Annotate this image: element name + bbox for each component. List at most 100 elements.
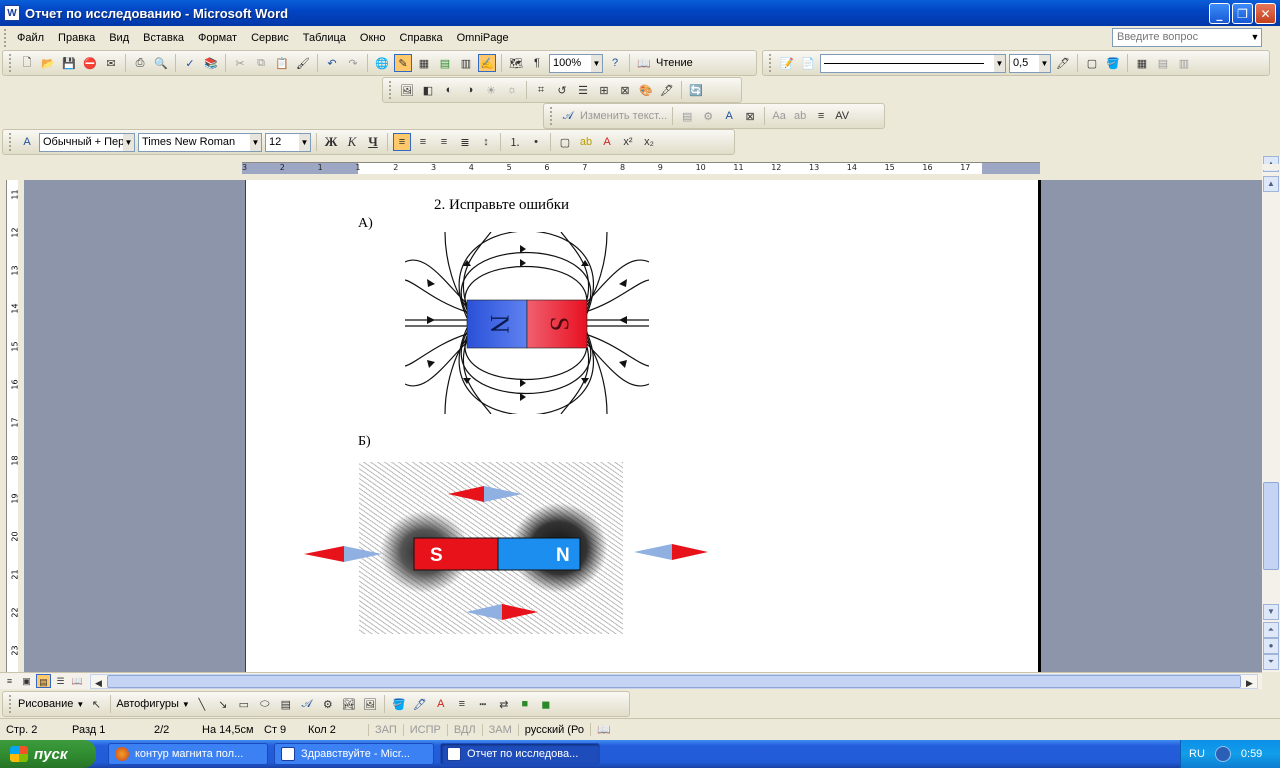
font-color-icon[interactable]: A: [598, 133, 616, 151]
help-icon[interactable]: ?: [606, 54, 624, 72]
minimize-button[interactable]: _: [1209, 3, 1230, 24]
scroll-up-arrow[interactable]: ▲: [1263, 176, 1279, 192]
wordart-gallery-icon[interactable]: ▤: [678, 107, 696, 125]
less-contrast-icon[interactable]: ◑: [461, 81, 479, 99]
insert-table-icon[interactable]: ▦: [415, 54, 433, 72]
outside-border-icon[interactable]: ▢: [556, 133, 574, 151]
wordart-wrap-icon[interactable]: ⊠: [741, 107, 759, 125]
cut-icon[interactable]: ✂: [231, 54, 249, 72]
superscript-icon[interactable]: x²: [619, 133, 637, 151]
bold-button[interactable]: Ж: [322, 133, 340, 151]
research-icon[interactable]: 📚: [202, 54, 220, 72]
browse-object-button[interactable]: ●: [1263, 638, 1279, 654]
reset-picture-icon[interactable]: 🔄: [687, 81, 705, 99]
horizontal-scrollbar[interactable]: ≡ ▣ ▤ ☰ 📖 ◀ ▶: [0, 672, 1262, 689]
toolbar-grip[interactable]: [769, 54, 772, 72]
show-formatting-icon[interactable]: ¶: [528, 54, 546, 72]
permission-icon[interactable]: ⛔: [81, 54, 99, 72]
copy-icon[interactable]: ⧉: [252, 54, 270, 72]
select-objects-icon[interactable]: ↖: [87, 695, 105, 713]
font-select[interactable]: Times New Roman ▼: [138, 132, 262, 152]
menu-file[interactable]: Файл: [10, 32, 51, 44]
spelling-status-icon[interactable]: 📖: [589, 723, 617, 736]
document-area[interactable]: 2. Исправьте ошибки А) N S Б) S N: [24, 180, 1262, 672]
spelling-icon[interactable]: ✓: [181, 54, 199, 72]
justify-icon[interactable]: ≣: [456, 133, 474, 151]
document-map-icon[interactable]: 🗺: [507, 54, 525, 72]
crop-icon[interactable]: ⌗: [532, 81, 550, 99]
horizontal-scroll-thumb[interactable]: [107, 675, 1241, 688]
toolbar-grip[interactable]: [9, 133, 12, 151]
insert-picture-icon[interactable]: 🖼: [398, 81, 416, 99]
outline-view-icon[interactable]: ☰: [53, 674, 68, 688]
set-transparent-icon[interactable]: 🖋: [658, 81, 676, 99]
menu-table[interactable]: Таблица: [296, 32, 353, 44]
clock[interactable]: 0:59: [1241, 748, 1262, 760]
3d-style-icon[interactable]: ◼: [537, 695, 555, 713]
tray-app-icon[interactable]: [1214, 746, 1231, 762]
diagram-icon[interactable]: ⚙: [319, 695, 337, 713]
shadow-style-icon[interactable]: ■: [516, 695, 534, 713]
normal-view-icon[interactable]: ≡: [2, 674, 17, 688]
edit-shape-icon[interactable]: 📄: [799, 54, 817, 72]
rectangle-tool-icon[interactable]: ▭: [235, 695, 253, 713]
toolbar-grip[interactable]: [550, 107, 553, 125]
edit-icon[interactable]: 📝: [778, 54, 796, 72]
italic-button[interactable]: К: [343, 133, 361, 151]
compress-icon[interactable]: ⊞: [595, 81, 613, 99]
oval-tool-icon[interactable]: ⬭: [256, 695, 274, 713]
status-extend[interactable]: ВДЛ: [446, 723, 482, 736]
email-icon[interactable]: ✉: [102, 54, 120, 72]
print-icon[interactable]: ⎙: [131, 54, 149, 72]
taskbar-item-firefox[interactable]: контур магнита пол...: [108, 743, 268, 765]
numbering-icon[interactable]: ⒈: [506, 133, 524, 151]
highlight-icon[interactable]: ab: [577, 133, 595, 151]
status-language[interactable]: русский (Ро: [517, 723, 590, 736]
table-icon[interactable]: ▦: [1133, 54, 1151, 72]
menu-tools[interactable]: Сервис: [244, 32, 296, 44]
zoom-select[interactable]: 100% ▼: [549, 53, 603, 73]
textbox-tool-icon[interactable]: ▤: [277, 695, 295, 713]
less-brightness-icon[interactable]: ☼: [503, 81, 521, 99]
menu-format[interactable]: Формат: [191, 32, 244, 44]
menu-omnipage[interactable]: OmniPage: [450, 32, 516, 44]
wordart-icon[interactable]: 𝒜: [559, 107, 577, 125]
previous-page-button[interactable]: ⏶: [1263, 622, 1279, 638]
scroll-right-button[interactable]: ▶: [1242, 676, 1257, 690]
restore-button[interactable]: ❐: [1232, 3, 1253, 24]
print-layout-view-icon[interactable]: ▤: [36, 674, 51, 688]
line-spacing-icon[interactable]: ↕: [477, 133, 495, 151]
menu-insert[interactable]: Вставка: [136, 32, 191, 44]
columns-icon[interactable]: ▥: [457, 54, 475, 72]
scroll-left-button[interactable]: ◀: [91, 676, 106, 690]
help-search-dropdown-icon[interactable]: ▼: [1249, 29, 1261, 46]
format-painter-icon[interactable]: 🖌: [294, 54, 312, 72]
same-height-icon[interactable]: Aa: [770, 107, 788, 125]
autoshapes-menu[interactable]: Автофигуры: [116, 698, 179, 710]
edit-text-button[interactable]: Изменить текст...: [580, 110, 667, 122]
menu-edit[interactable]: Правка: [51, 32, 102, 44]
font-size-select[interactable]: 12 ▼: [265, 132, 311, 152]
color-icon[interactable]: ◧: [419, 81, 437, 99]
merge-cells-icon[interactable]: ▤: [1154, 54, 1172, 72]
new-document-icon[interactable]: 🗋: [18, 54, 36, 72]
more-contrast-icon[interactable]: ◐: [440, 81, 458, 99]
styles-icon[interactable]: A: [18, 133, 36, 151]
arrow-style-tool-icon[interactable]: ⇄: [495, 695, 513, 713]
menu-help[interactable]: Справка: [392, 32, 449, 44]
underline-button[interactable]: Ч: [364, 133, 382, 151]
toolbar-grip[interactable]: [9, 695, 12, 713]
style-select[interactable]: Обычный + Пер ▼: [39, 132, 135, 152]
vertical-scrollbar[interactable]: ▲ ▲ ▼ ⏶ ● ⏷: [1262, 156, 1280, 672]
status-track-changes[interactable]: ИСПР: [402, 723, 447, 736]
subscript-icon[interactable]: x₂: [640, 133, 658, 151]
paste-icon[interactable]: 📋: [273, 54, 291, 72]
rotate-icon[interactable]: ↺: [553, 81, 571, 99]
bullets-icon[interactable]: •: [527, 133, 545, 151]
menu-window[interactable]: Окно: [353, 32, 393, 44]
language-indicator[interactable]: RU: [1189, 748, 1205, 760]
font-color-tool-icon[interactable]: A: [432, 695, 450, 713]
insert-excel-icon[interactable]: ▤: [436, 54, 454, 72]
fill-color-tool-icon[interactable]: 🪣: [390, 695, 408, 713]
reading-mode-icon[interactable]: 📖: [635, 54, 653, 72]
